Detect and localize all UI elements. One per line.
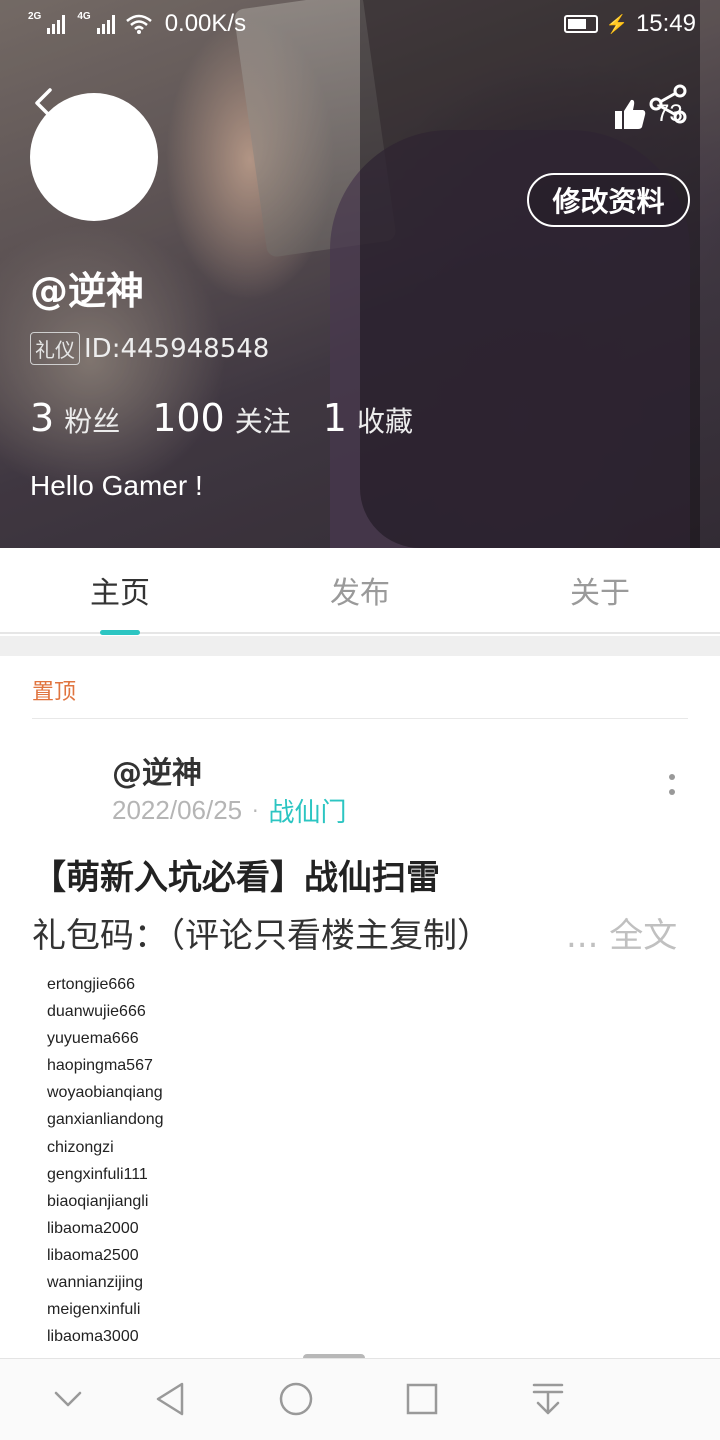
wifi-icon xyxy=(125,14,152,34)
stat-followers[interactable]: 3 粉丝 xyxy=(30,396,120,440)
system-nav-bar xyxy=(0,1358,720,1440)
back-arrow-icon[interactable] xyxy=(30,86,60,120)
post-circle-link[interactable]: 战仙门 xyxy=(269,792,347,829)
tab-about[interactable]: 关于 xyxy=(480,548,720,632)
gift-code: woyaobianqiang xyxy=(47,1084,163,1102)
stat-label: 粉丝 xyxy=(64,405,121,438)
battery-icon xyxy=(563,15,598,33)
gift-code: haopingma567 xyxy=(47,1057,153,1075)
divider xyxy=(32,718,688,719)
gift-code: libaoma2000 xyxy=(47,1219,139,1237)
stat-favorites[interactable]: 1 收藏 xyxy=(323,396,413,440)
gift-code: ganxianliandong xyxy=(47,1111,164,1129)
stat-number: 1 xyxy=(322,396,347,440)
nav-home-icon[interactable] xyxy=(276,1377,316,1421)
user-bio: Hello Gamer ! xyxy=(30,470,203,501)
stat-number: 3 xyxy=(30,396,55,440)
status-bar: 2G 4G 0.00K/s ⚡ 15:49 xyxy=(0,0,720,48)
network-speed: 0.00K/s xyxy=(164,10,247,37)
more-vertical-icon[interactable] xyxy=(666,772,678,798)
stat-following[interactable]: 100 关注 xyxy=(152,396,291,440)
clock: 15:49 xyxy=(635,10,696,37)
nav-back-icon[interactable] xyxy=(151,1377,191,1421)
gift-code: yuyuema666 xyxy=(47,1030,139,1048)
gift-code: meigenxinfuli xyxy=(47,1301,141,1319)
gift-code: chizongzi xyxy=(47,1138,114,1156)
title-badge: 礼仪 xyxy=(30,332,80,365)
post-title[interactable]: 【萌新入坑必看】战仙扫雷 xyxy=(32,850,440,899)
thumbs-up-icon[interactable] xyxy=(612,96,648,132)
gift-code: ertongjie666 xyxy=(47,976,136,993)
network-type-2: 4G xyxy=(77,11,91,22)
post-date: 2022/06/25 xyxy=(112,795,243,825)
id-row: 礼仪 ID:445948548 xyxy=(30,332,269,365)
pinned-label: 置顶 xyxy=(32,680,77,705)
gift-code: biaoqianjiangli xyxy=(47,1192,149,1210)
gift-code-list: ertongjie666 duanwujie666 yuyuema666 hao… xyxy=(47,974,347,1353)
user-id: ID:445948548 xyxy=(84,333,270,364)
gift-code: duanwujie666 xyxy=(47,1003,146,1021)
meta-separator: · xyxy=(252,798,259,823)
active-tab-indicator xyxy=(100,630,140,635)
network-type-1: 2G xyxy=(28,11,42,22)
nav-download-icon[interactable] xyxy=(528,1377,568,1421)
nav-recents-icon[interactable] xyxy=(402,1377,442,1421)
post-author-avatar[interactable] xyxy=(32,750,102,820)
username: @逆神 xyxy=(30,269,145,313)
profile-stats: 3 粉丝 100 关注 1 收藏 xyxy=(30,396,445,440)
charging-icon: ⚡ xyxy=(605,13,628,34)
tab-posts[interactable]: 发布 xyxy=(240,548,480,632)
profile-tabs: 主页 发布 关于 xyxy=(0,548,720,634)
collapse-chevron-icon[interactable] xyxy=(48,1377,88,1421)
gift-code: gengxinfuli111 xyxy=(47,1165,148,1183)
gift-code: libaoma2500 xyxy=(47,1246,139,1264)
signal-icon-2 xyxy=(96,14,115,34)
like-count: 73 xyxy=(656,100,683,127)
share-icon[interactable]: 73 xyxy=(648,84,690,128)
stat-number: 100 xyxy=(152,396,225,440)
stat-label: 收藏 xyxy=(356,405,413,438)
post-author[interactable]: @逆神 xyxy=(112,748,202,792)
tab-home[interactable]: 主页 xyxy=(0,548,240,632)
post-meta: 2022/06/25 · 战仙门 xyxy=(112,792,347,829)
signal-icon xyxy=(47,14,66,34)
stat-label: 关注 xyxy=(234,405,291,438)
edit-profile-button[interactable]: 修改资料 xyxy=(527,173,690,227)
post-snippet[interactable]: 礼包码：（评论只看楼主复制） xyxy=(32,908,491,957)
gift-code: wannianzijing xyxy=(47,1274,144,1292)
gift-code: libaoma3000 xyxy=(47,1328,139,1346)
read-full-link[interactable]: ... 全文 xyxy=(566,908,677,957)
